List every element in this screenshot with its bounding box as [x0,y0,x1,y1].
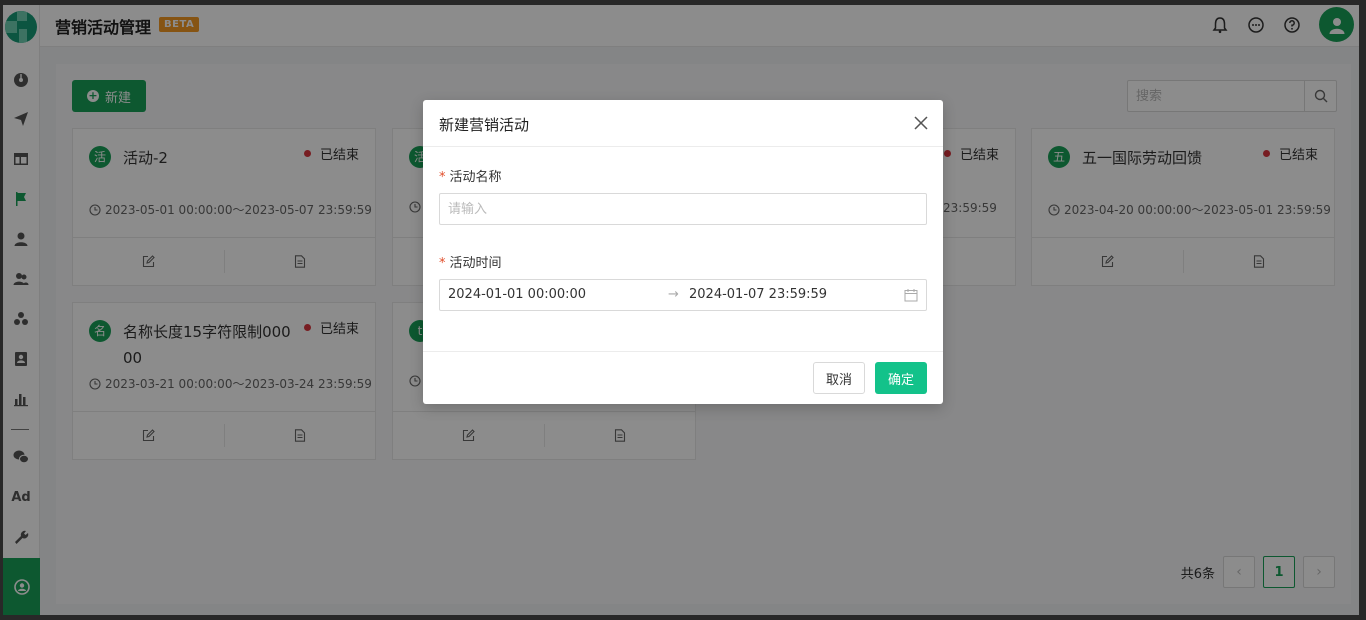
name-label-text: 活动名称 [449,170,502,185]
range-start[interactable]: 2024-01-01 00:00:00 [448,287,586,302]
dialog-title: 新建营销活动 [439,116,530,134]
cancel-button[interactable]: 取消 [813,362,865,394]
dialog-footer-divider [423,351,943,352]
dialog-header-divider [423,146,943,147]
required-mark: * [439,170,446,185]
close-icon[interactable] [913,115,929,131]
name-field [439,193,927,225]
time-field-label: * 活动时间 [439,252,502,271]
range-end[interactable]: 2024-01-07 23:59:59 [689,287,827,302]
new-activity-dialog: 新建营销活动 *活动名称 *活动时间 2024-01-01 00:00:00 →… [423,100,943,404]
activity-name-input[interactable] [440,194,926,224]
range-arrow-icon: → [668,287,679,302]
name-field-label: * 活动名称 [439,166,502,185]
time-label-text: 活动时间 [449,256,502,271]
calendar-icon [904,289,918,302]
required-mark: * [439,256,446,271]
date-range-picker[interactable]: 2024-01-01 00:00:00 → 2024-01-07 23:59:5… [439,279,927,311]
confirm-button[interactable]: 确定 [875,362,927,394]
